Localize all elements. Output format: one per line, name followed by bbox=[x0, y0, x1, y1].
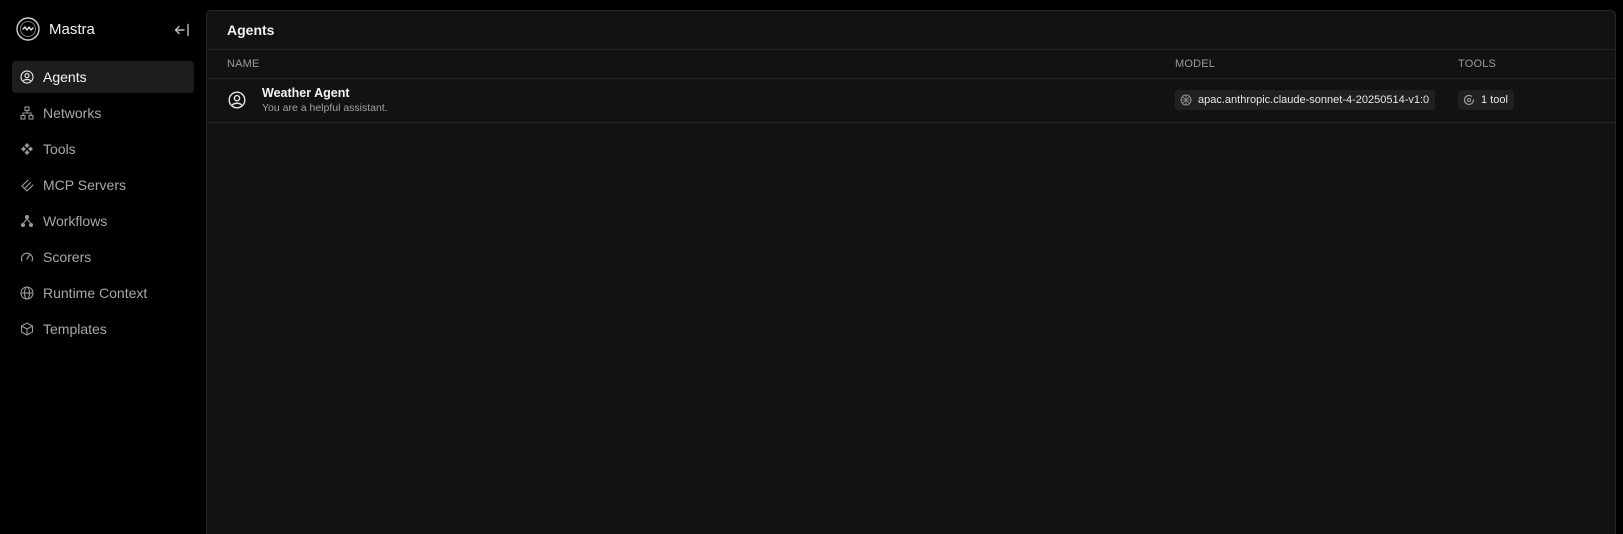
tool-count: 1 tool bbox=[1481, 94, 1508, 106]
column-header-name: NAME bbox=[227, 58, 260, 70]
model-badge: apac.anthropic.claude-sonnet-4-20250514-… bbox=[1175, 90, 1436, 110]
tools-badge: 1 tool bbox=[1458, 90, 1514, 110]
main-panel: Agents NAME MODEL TOOLS Weather Agent Yo… bbox=[206, 10, 1616, 534]
table-header: NAME MODEL TOOLS bbox=[207, 50, 1615, 79]
collapse-sidebar-button[interactable] bbox=[171, 20, 193, 40]
package-icon bbox=[20, 322, 34, 336]
app-root: Mastra Agents Networks Tools MCP Servers… bbox=[0, 0, 1623, 534]
page-title: Agents bbox=[227, 22, 275, 38]
sidebar-item-label: Scorers bbox=[43, 249, 92, 265]
brand[interactable]: Mastra bbox=[16, 16, 95, 42]
sidebar-item-label: Templates bbox=[43, 321, 107, 337]
sidebar-item-mcp-servers[interactable]: MCP Servers bbox=[12, 169, 194, 201]
agent-name: Weather Agent bbox=[262, 86, 350, 100]
sidebar-item-label: Networks bbox=[43, 105, 102, 121]
table-row[interactable]: Weather Agent You are a helpful assistan… bbox=[207, 79, 1615, 123]
sidebar-item-agents[interactable]: Agents bbox=[12, 61, 194, 93]
column-header-tools: TOOLS bbox=[1458, 58, 1497, 70]
sidebar-nav: Agents Networks Tools MCP Servers Workfl… bbox=[12, 61, 194, 349]
sidebar-item-scorers[interactable]: Scorers bbox=[12, 241, 194, 273]
tool-count-icon bbox=[1463, 94, 1475, 106]
agent-description: You are a helpful assistant. bbox=[262, 102, 388, 114]
collapse-sidebar-icon bbox=[174, 23, 189, 37]
sidebar-item-label: Agents bbox=[43, 69, 87, 85]
sidebar-item-label: Runtime Context bbox=[43, 285, 148, 301]
agent-icon bbox=[20, 70, 34, 84]
sidebar-item-label: MCP Servers bbox=[43, 177, 126, 193]
column-header-model: MODEL bbox=[1175, 58, 1216, 70]
sidebar-item-networks[interactable]: Networks bbox=[12, 97, 194, 129]
globe-icon bbox=[20, 286, 34, 300]
agent-icon bbox=[228, 91, 246, 109]
sidebar-item-label: Tools bbox=[43, 141, 76, 157]
tools-icon bbox=[20, 142, 34, 156]
model-provider-icon bbox=[1180, 94, 1192, 106]
mcp-icon bbox=[20, 178, 34, 192]
sidebar-item-runtime-context[interactable]: Runtime Context bbox=[12, 277, 194, 309]
sidebar-item-tools[interactable]: Tools bbox=[12, 133, 194, 165]
sidebar-item-workflows[interactable]: Workflows bbox=[12, 205, 194, 237]
gauge-icon bbox=[20, 250, 34, 264]
model-name: apac.anthropic.claude-sonnet-4-20250514-… bbox=[1198, 94, 1430, 106]
sidebar: Mastra Agents Networks Tools MCP Servers… bbox=[0, 0, 206, 534]
app-name: Mastra bbox=[49, 20, 95, 38]
workflow-icon bbox=[20, 214, 34, 228]
main-header: Agents bbox=[207, 11, 1615, 50]
sidebar-item-label: Workflows bbox=[43, 213, 108, 229]
sidebar-item-templates[interactable]: Templates bbox=[12, 313, 194, 345]
network-icon bbox=[20, 106, 34, 120]
mastra-logo-icon bbox=[16, 17, 40, 41]
